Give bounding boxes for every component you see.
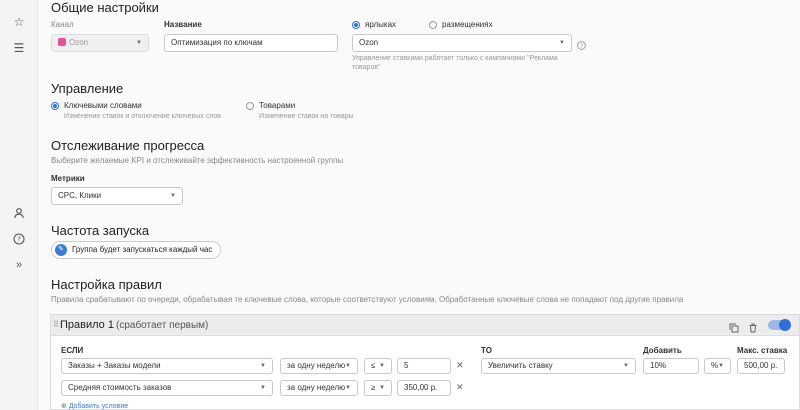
platform-note: Управление ставками работает только с ка… xyxy=(352,55,558,71)
action-select[interactable]: Увеличить ставку ▼ xyxy=(481,358,636,374)
condition-1-value[interactable]: 5 xyxy=(397,358,451,374)
frequency-chip[interactable]: ✎ Группа будет запускаться каждый час xyxy=(51,241,222,259)
action-unit[interactable]: % ▼ xyxy=(704,358,731,374)
svg-text:?: ? xyxy=(580,44,583,50)
max-label: Макс. ставка xyxy=(737,346,788,355)
name-label: Название xyxy=(164,20,202,29)
max-bid-input[interactable]: 500,00 р. xyxy=(737,358,785,374)
ozon-logo-icon xyxy=(58,38,66,46)
condition-2-value[interactable]: 350,00 р. xyxy=(397,380,451,396)
add-condition-link[interactable]: ⊕ Добавить условие xyxy=(61,402,128,410)
chevron-down-icon: ▼ xyxy=(345,363,351,369)
pencil-icon: ✎ xyxy=(55,244,67,256)
add-label: Добавить xyxy=(643,346,682,355)
channel-label: Канал xyxy=(51,20,74,29)
channel-select: Ozon ▼ xyxy=(51,34,149,52)
section-frequency-title: Частота запуска xyxy=(51,223,150,238)
section-control-title: Управление xyxy=(51,81,124,96)
star-icon[interactable]: ☆ xyxy=(11,14,27,30)
remove-condition-2-icon[interactable]: ✕ xyxy=(456,382,464,393)
chevron-down-icon: ▼ xyxy=(345,385,351,391)
if-label: ЕСЛИ xyxy=(61,346,84,355)
metrics-select[interactable]: CPC, Клики ▼ xyxy=(51,187,183,205)
radio-keywords-text: Ключевыми словами xyxy=(64,101,142,110)
radio-keywords-desc: Изменение ставок и отключение ключевых с… xyxy=(64,113,221,120)
condition-2-metric[interactable]: Средняя стоимость заказов ▼ xyxy=(61,380,273,396)
condition-1-metric[interactable]: Заказы + Заказы модели ▼ xyxy=(61,358,273,374)
rules-desc: Правила срабатывают по очереди, обрабаты… xyxy=(51,295,684,304)
section-progress-title: Отслеживание прогресса xyxy=(51,138,205,153)
help-icon[interactable]: ? xyxy=(11,233,27,249)
then-label: ТО xyxy=(481,346,492,355)
help-icon[interactable]: ? xyxy=(577,37,586,55)
chevron-down-icon: ▼ xyxy=(260,385,266,391)
rule-toggle[interactable] xyxy=(768,319,791,331)
left-rail: ☆ ☰ ? » xyxy=(0,0,38,410)
radio-keywords[interactable] xyxy=(51,102,59,110)
action-amount[interactable]: 10% xyxy=(643,358,699,374)
list-icon[interactable]: ☰ xyxy=(11,40,27,56)
radio-placements-text: размещениях xyxy=(442,20,493,29)
chevron-down-icon: ▼ xyxy=(170,193,176,199)
chevron-down-icon: ▼ xyxy=(379,385,385,391)
rule-body: ЕСЛИ ТО Добавить Макс. ставка Заказы + З… xyxy=(50,336,800,410)
chevron-down-icon: ▼ xyxy=(379,363,385,369)
chevron-down-icon: ▼ xyxy=(136,40,142,46)
progress-desc: Выберите желаемые KPI и отслеживайте эфф… xyxy=(51,156,344,165)
condition-1-period[interactable]: за одну неделю ▼ xyxy=(280,358,358,374)
chevron-down-icon: ▼ xyxy=(718,363,724,369)
section-rules-title: Настройка правил xyxy=(51,277,162,292)
main-content: Общие настройки Канал Ozon ▼ Название Оп… xyxy=(38,0,800,410)
radio-products-text: Товарами xyxy=(259,101,296,110)
drag-handle-icon[interactable]: ⠿ xyxy=(53,320,59,329)
name-input[interactable]: Оптимизация по ключам xyxy=(164,34,338,52)
chevron-down-icon: ▼ xyxy=(623,363,629,369)
platform-select[interactable]: Ozon ▼ xyxy=(352,34,572,52)
metrics-label: Метрики xyxy=(51,174,85,183)
radio-placements[interactable] xyxy=(429,21,437,29)
condition-2-period[interactable]: за одну неделю ▼ xyxy=(280,380,358,396)
expand-icon[interactable]: » xyxy=(11,257,27,273)
radio-labels[interactable] xyxy=(352,21,360,29)
condition-2-operator[interactable]: ≥ ▼ xyxy=(364,380,392,396)
condition-1-operator[interactable]: ≤ ▼ xyxy=(364,358,392,374)
rule-title: Правило 1 xyxy=(60,319,114,331)
rule-header: ⠿ Правило 1 (сработает первым) xyxy=(50,314,800,336)
chevron-down-icon: ▼ xyxy=(260,363,266,369)
svg-text:?: ? xyxy=(17,236,21,244)
radio-labels-text: ярлыках xyxy=(365,20,397,29)
chevron-down-icon: ▼ xyxy=(559,40,565,46)
remove-condition-1-icon[interactable]: ✕ xyxy=(456,360,464,371)
user-icon[interactable] xyxy=(11,207,27,223)
section-general-title: Общие настройки xyxy=(51,0,159,15)
rule-subtitle: (сработает первым) xyxy=(116,320,209,331)
radio-products-desc: Изменение ставок на товары xyxy=(259,113,354,120)
radio-products[interactable] xyxy=(246,102,254,110)
